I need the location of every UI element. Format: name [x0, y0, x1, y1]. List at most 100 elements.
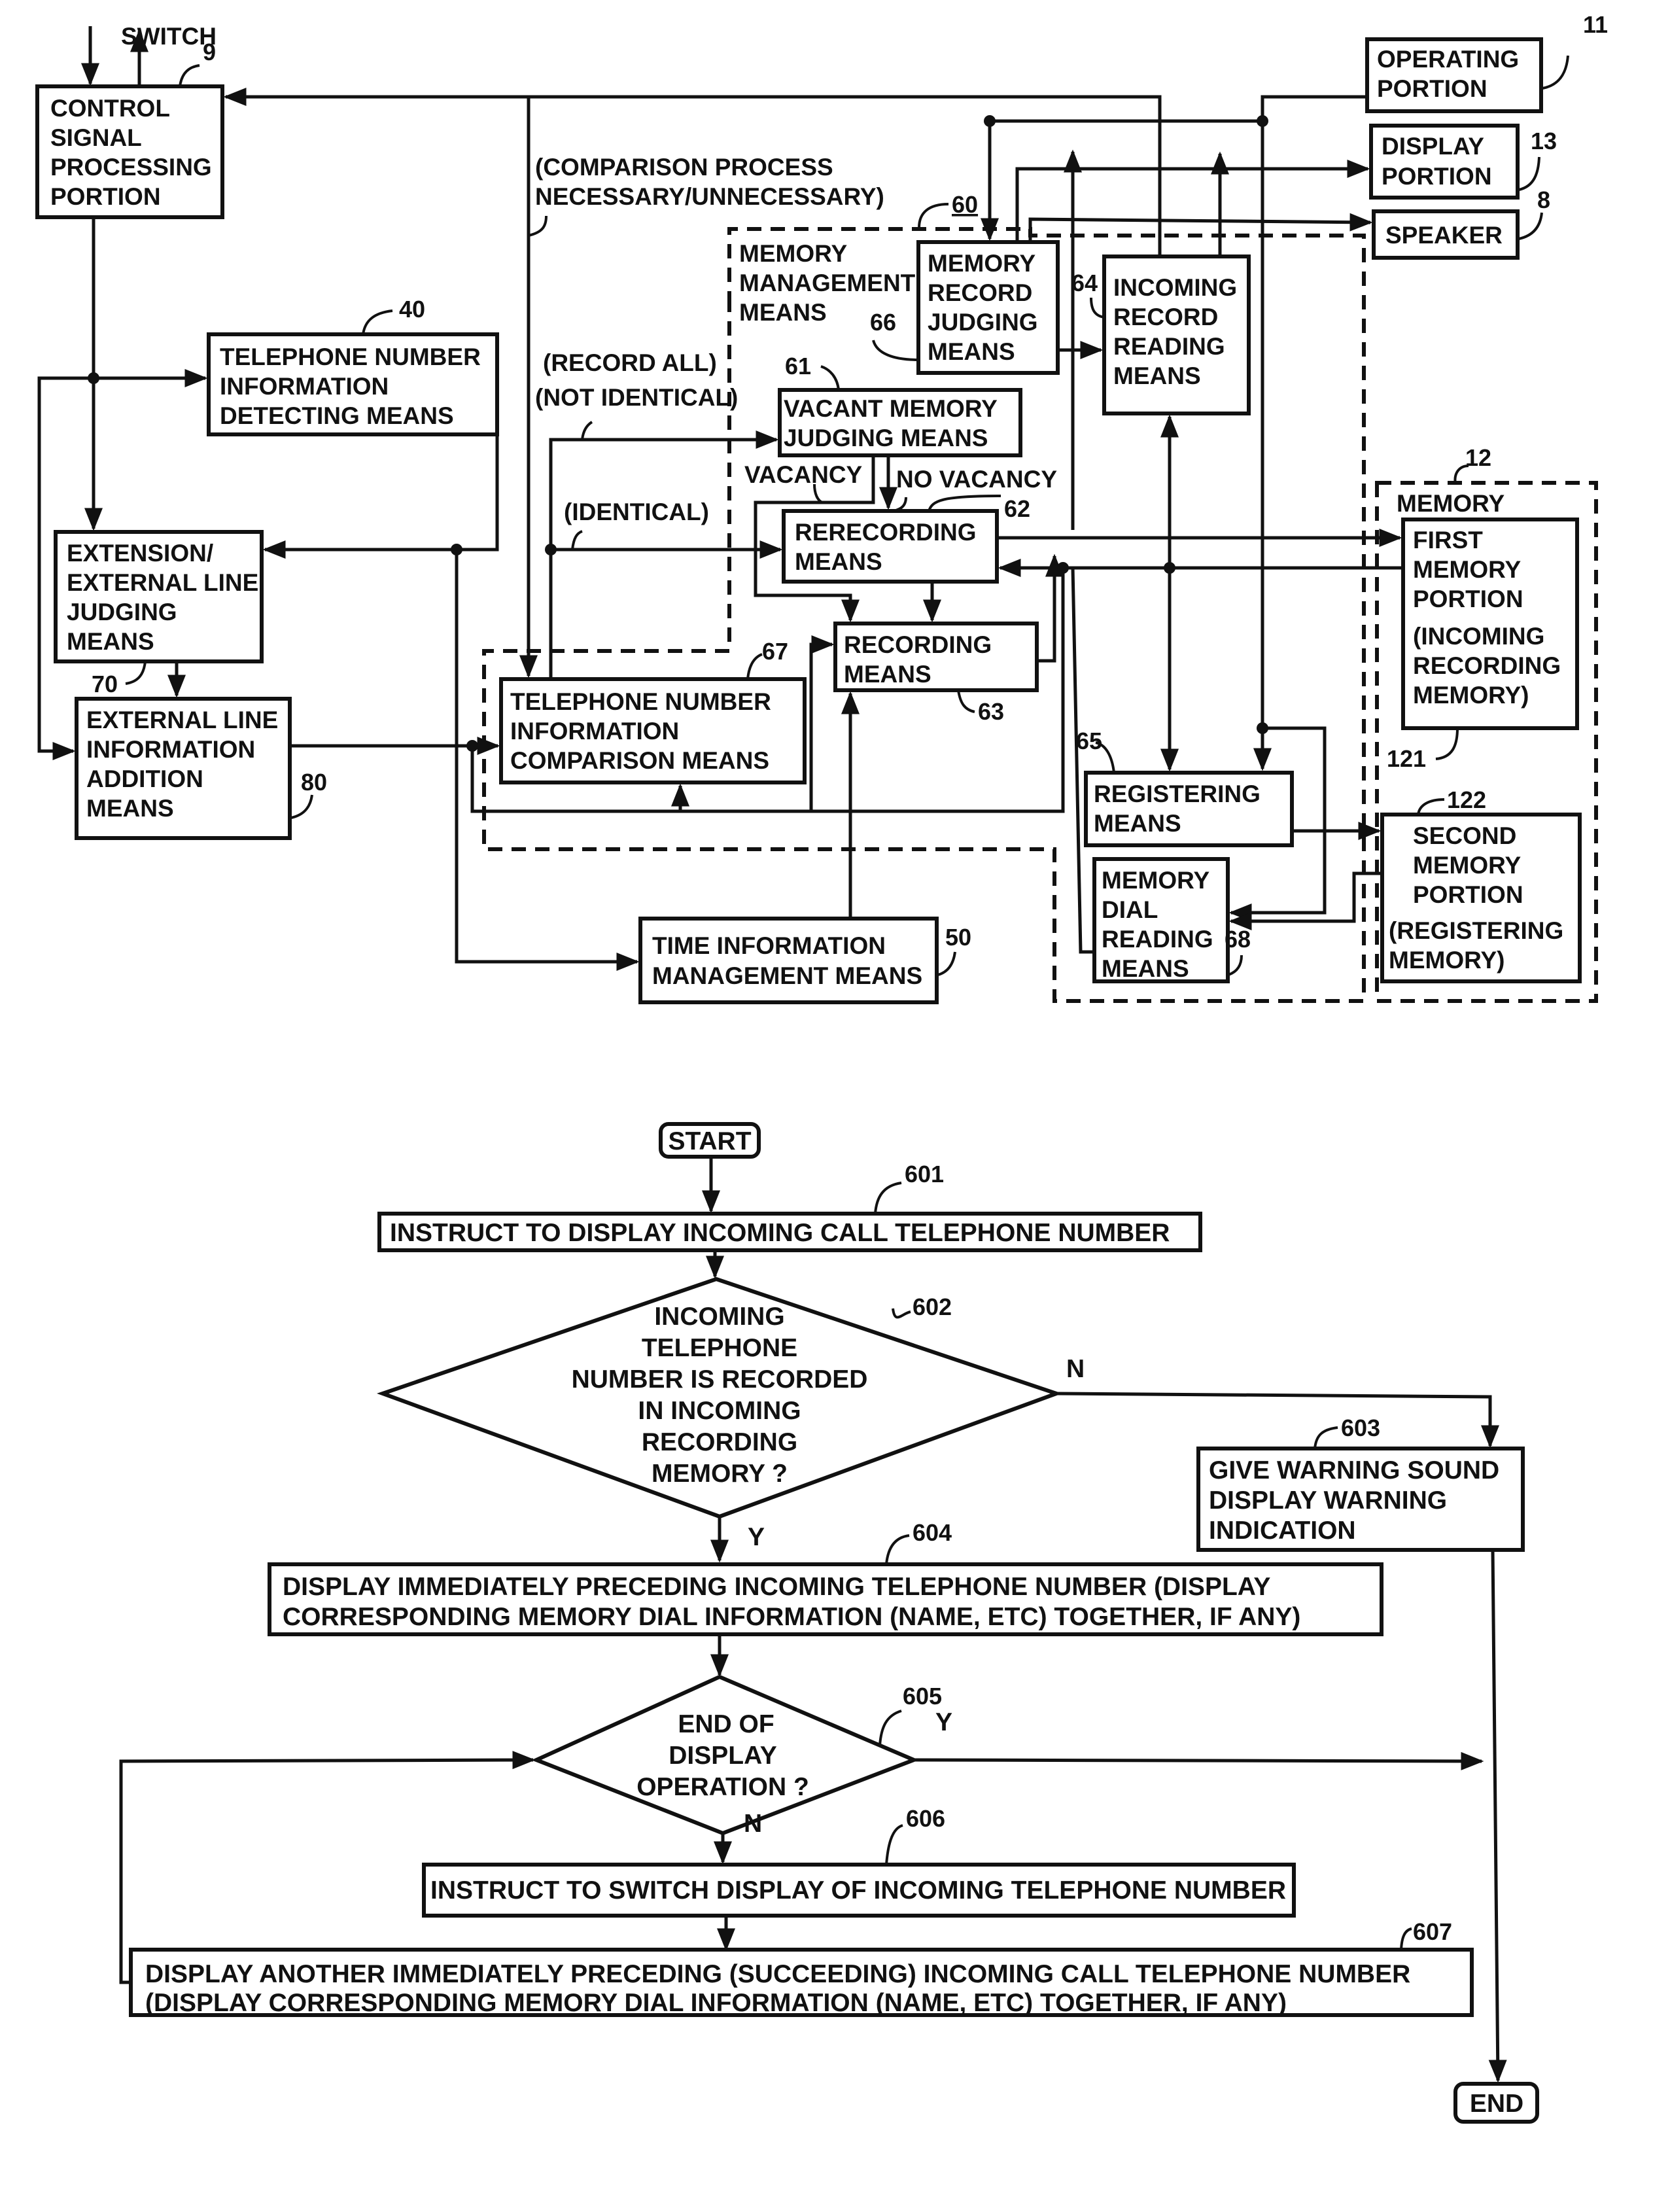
memory-management-label-2: MANAGEMENT: [739, 270, 916, 296]
control-signal-line-3: PROCESSING: [50, 154, 212, 181]
first-memory-line-5: RECORDING: [1413, 652, 1561, 679]
control-signal-line-4: PORTION: [50, 183, 161, 210]
irr-line-2: RECORD: [1113, 304, 1218, 330]
ext-judge-line-2: EXTERNAL LINE: [67, 569, 258, 596]
step-601-text: INSTRUCT TO DISPLAY INCOMING CALL TELEPH…: [390, 1219, 1170, 1247]
step-602-line-3: NUMBER IS RECORDED: [572, 1365, 868, 1394]
leader-not-identical: [581, 421, 593, 440]
tel-compare-line-2: INFORMATION: [510, 718, 679, 745]
flow-arrow-603-end: [1488, 1549, 1507, 2083]
display-line-2: PORTION: [1382, 163, 1492, 190]
ref-11: 11: [1583, 11, 1608, 38]
control-signal-line-1: CONTROL: [50, 95, 170, 122]
conn-not-identical: [549, 430, 779, 679]
step-603-line-3: INDICATION: [1209, 1517, 1356, 1545]
ext-add-line-4: MEANS: [86, 795, 174, 822]
ref-50: 50: [945, 924, 971, 951]
annotation-not-identical: (NOT IDENTICAL): [535, 384, 738, 411]
leader-63: [957, 690, 975, 713]
leader-11: [1542, 55, 1569, 90]
leader-68: [1228, 955, 1243, 976]
leader-62: [928, 495, 1001, 512]
decision-602-yes-label: Y: [748, 1523, 765, 1551]
step-602-line-1: INCOMING: [654, 1303, 784, 1331]
second-memory-line-2: MEMORY: [1413, 852, 1521, 879]
control-signal-line-2: SIGNAL: [50, 124, 142, 151]
ref-65: 65: [1076, 728, 1102, 754]
ref-67: 67: [762, 638, 788, 665]
memory-management-label-1: MEMORY: [739, 240, 847, 267]
first-memory-line-2: MEMORY: [1413, 556, 1521, 583]
ext-judge-line-1: EXTENSION/: [67, 540, 213, 567]
leader-9: [179, 64, 200, 87]
annotation-no-vacancy: NO VACANCY: [896, 466, 1057, 493]
leader-607: [1400, 1927, 1412, 1950]
memory-management-label-3: MEANS: [739, 299, 827, 326]
ext-add-line-1: EXTERNAL LINE: [86, 707, 278, 733]
annotation-vacancy: VACANCY: [744, 461, 863, 488]
flow-end-label: END: [1470, 2090, 1523, 2118]
ext-add-line-2: INFORMATION: [86, 736, 255, 763]
leader-121: [1435, 728, 1459, 760]
block-diagram: MEMORY MANAGEMENT MEANS 60 MEMORY 12 SWI…: [35, 11, 1608, 1004]
ref-61: 61: [785, 353, 811, 379]
ref-68: 68: [1225, 926, 1251, 953]
ref-9: 9: [203, 39, 216, 65]
time-info-line-2: MANAGEMENT MEANS: [652, 962, 922, 989]
leader-66: [872, 340, 919, 361]
flow-start-label: START: [668, 1127, 751, 1155]
leader-70: [125, 661, 147, 685]
decision-605-yes-label: Y: [935, 1708, 952, 1736]
step-605-line-1: END OF: [678, 1710, 774, 1738]
annotation-identical: (IDENTICAL): [564, 499, 709, 525]
conn-operating-bus: [1253, 95, 1367, 771]
annotation-record-all: (RECORD ALL): [543, 349, 717, 376]
ref-604: 604: [913, 1519, 952, 1546]
decision-602-no-label: N: [1066, 1355, 1085, 1383]
leader-61: [820, 365, 840, 391]
leader-603: [1313, 1426, 1338, 1449]
memory-group-label: MEMORY: [1397, 490, 1505, 517]
second-memory-line-3: PORTION: [1413, 881, 1523, 908]
ref-66: 66: [870, 309, 896, 336]
mrj-line-2: RECORD: [928, 279, 1032, 306]
mrj-line-4: MEANS: [928, 338, 1015, 365]
mdr-line-2: DIAL: [1102, 896, 1158, 923]
ref-121: 121: [1387, 745, 1426, 772]
leader-60: [918, 203, 949, 228]
tel-compare-line-1: TELEPHONE NUMBER: [510, 688, 771, 715]
registering-line-2: MEANS: [1094, 810, 1181, 837]
display-line-1: DISPLAY: [1382, 133, 1484, 160]
step-602-line-4: IN INCOMING: [638, 1397, 801, 1425]
ref-605: 605: [903, 1683, 942, 1710]
leader-50: [937, 951, 956, 976]
registering-line-1: REGISTERING: [1094, 781, 1261, 807]
leader-602: [892, 1308, 911, 1319]
recording-line-2: MEANS: [844, 661, 931, 688]
time-info-line-1: TIME INFORMATION: [652, 932, 886, 959]
leader-80: [290, 794, 313, 819]
step-602-line-2: TELEPHONE: [642, 1334, 797, 1362]
ref-62: 62: [1004, 495, 1030, 522]
ref-70: 70: [92, 671, 118, 697]
mdr-line-4: MEANS: [1102, 955, 1189, 982]
speaker-label: SPEAKER: [1385, 222, 1503, 249]
step-602-line-5: RECORDING: [642, 1428, 797, 1456]
ref-40: 40: [399, 296, 425, 323]
conn-record-up: [1037, 553, 1064, 663]
leader-604: [885, 1534, 910, 1565]
ref-122: 122: [1447, 786, 1486, 813]
recording-line-1: RECORDING: [844, 631, 992, 658]
first-memory-line-4: (INCOMING: [1413, 623, 1544, 650]
first-memory-line-3: PORTION: [1413, 586, 1523, 612]
ref-602: 602: [913, 1293, 952, 1320]
mdr-line-1: MEMORY: [1102, 867, 1209, 894]
leader-122: [1417, 798, 1445, 815]
ref-13: 13: [1531, 128, 1557, 154]
leader-606: [885, 1824, 903, 1865]
tel-detect-line-2: INFORMATION: [220, 373, 389, 400]
leader-13: [1518, 156, 1540, 191]
ext-judge-line-3: JUDGING: [67, 599, 177, 625]
leader-8: [1518, 212, 1543, 240]
step-603-line-2: DISPLAY WARNING: [1209, 1486, 1447, 1515]
